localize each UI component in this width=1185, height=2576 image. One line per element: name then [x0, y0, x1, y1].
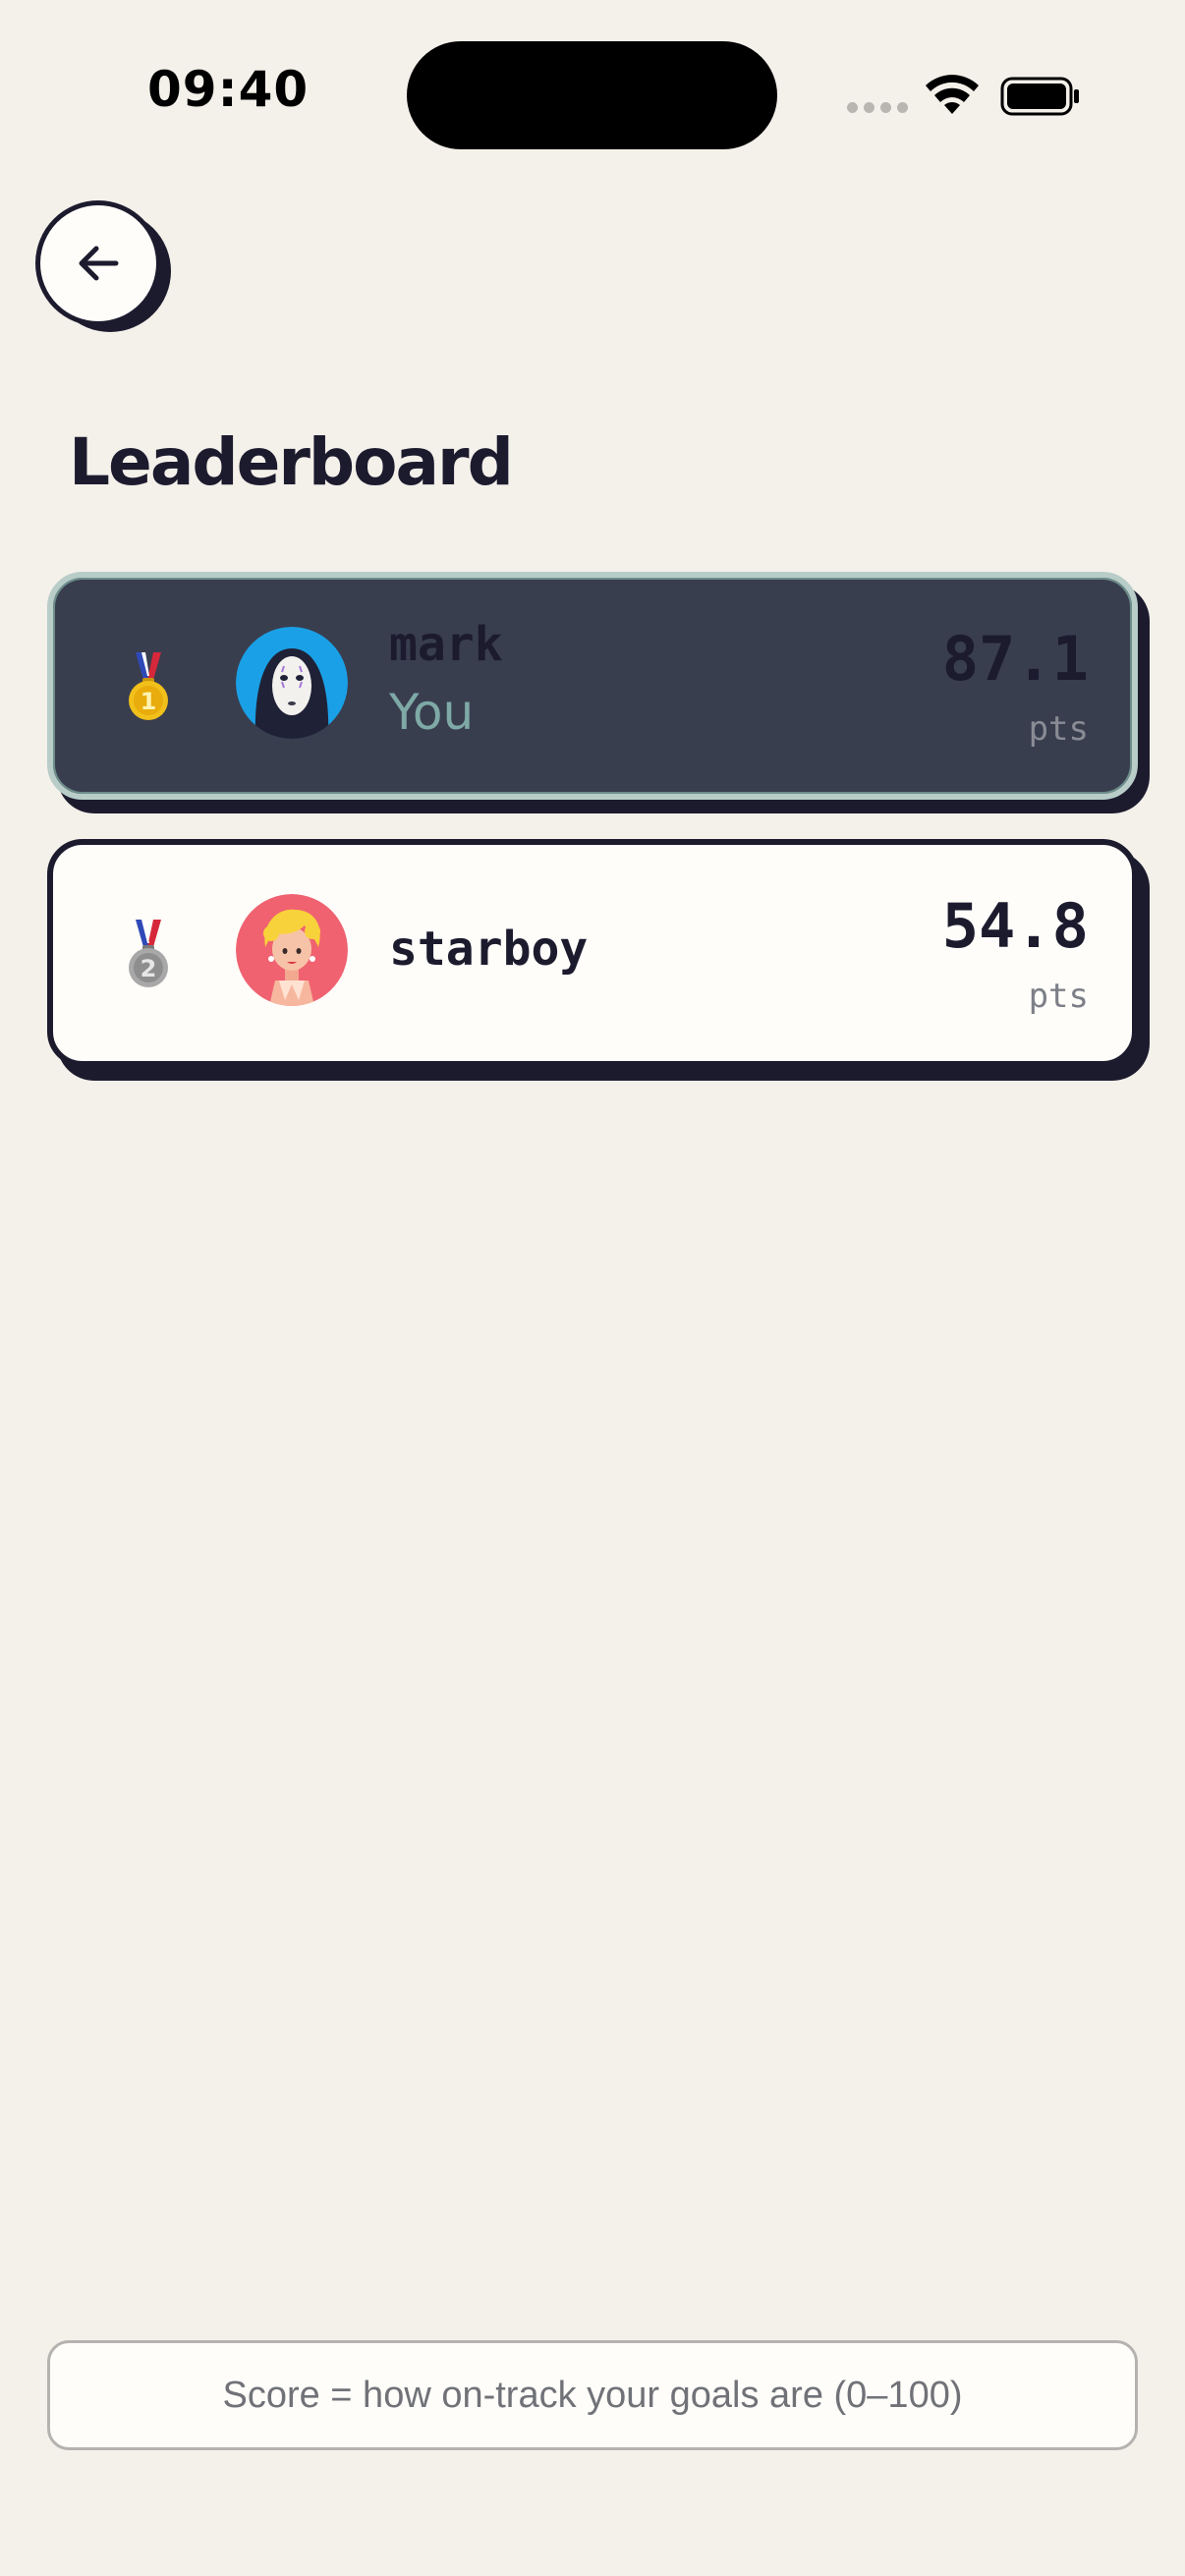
- gold-medal-icon: 1: [129, 652, 168, 720]
- battery-icon: [1000, 77, 1079, 116]
- leaderboard-card[interactable]: 2 starboy 54.8 pts: [47, 839, 1138, 1067]
- status-time: 09:40: [147, 61, 310, 118]
- you-label: You: [389, 684, 475, 741]
- no-face-avatar-icon: [236, 627, 348, 739]
- player-name: starboy: [389, 922, 589, 977]
- leaderboard-row: 2 starboy 54.8 pts: [47, 839, 1150, 1081]
- blonde-woman-avatar-icon: [236, 894, 348, 1006]
- score-explanation-note: Score = how on-track your goals are (0–1…: [47, 2340, 1138, 2450]
- cellular-signal-icon: [847, 102, 908, 113]
- svg-text:1: 1: [141, 688, 157, 715]
- avatar: [236, 894, 348, 1006]
- arrow-left-icon: [79, 246, 119, 281]
- wifi-icon: [926, 75, 979, 114]
- score-unit: pts: [1028, 709, 1089, 749]
- dynamic-island: [407, 41, 777, 149]
- avatar: [236, 627, 348, 739]
- score-value: 87.1: [941, 623, 1089, 695]
- back-button[interactable]: [35, 200, 161, 326]
- back-button-wrapper: [35, 200, 173, 338]
- leaderboard-card-current-user[interactable]: 1 mark You 87.1 pts: [47, 572, 1138, 800]
- player-name: mark: [389, 617, 503, 672]
- page-title: Leaderboard: [69, 424, 514, 500]
- score-value: 54.8: [941, 890, 1089, 962]
- silver-medal-icon: 2: [129, 920, 168, 987]
- leaderboard-row: 1 mark You 87.1 pts: [47, 572, 1150, 813]
- leaderboard-screen: 09:40 Leaderboard 1 mark You 87.1 pts 2 …: [0, 0, 1185, 2576]
- svg-text:2: 2: [141, 955, 157, 982]
- score-unit: pts: [1028, 977, 1089, 1016]
